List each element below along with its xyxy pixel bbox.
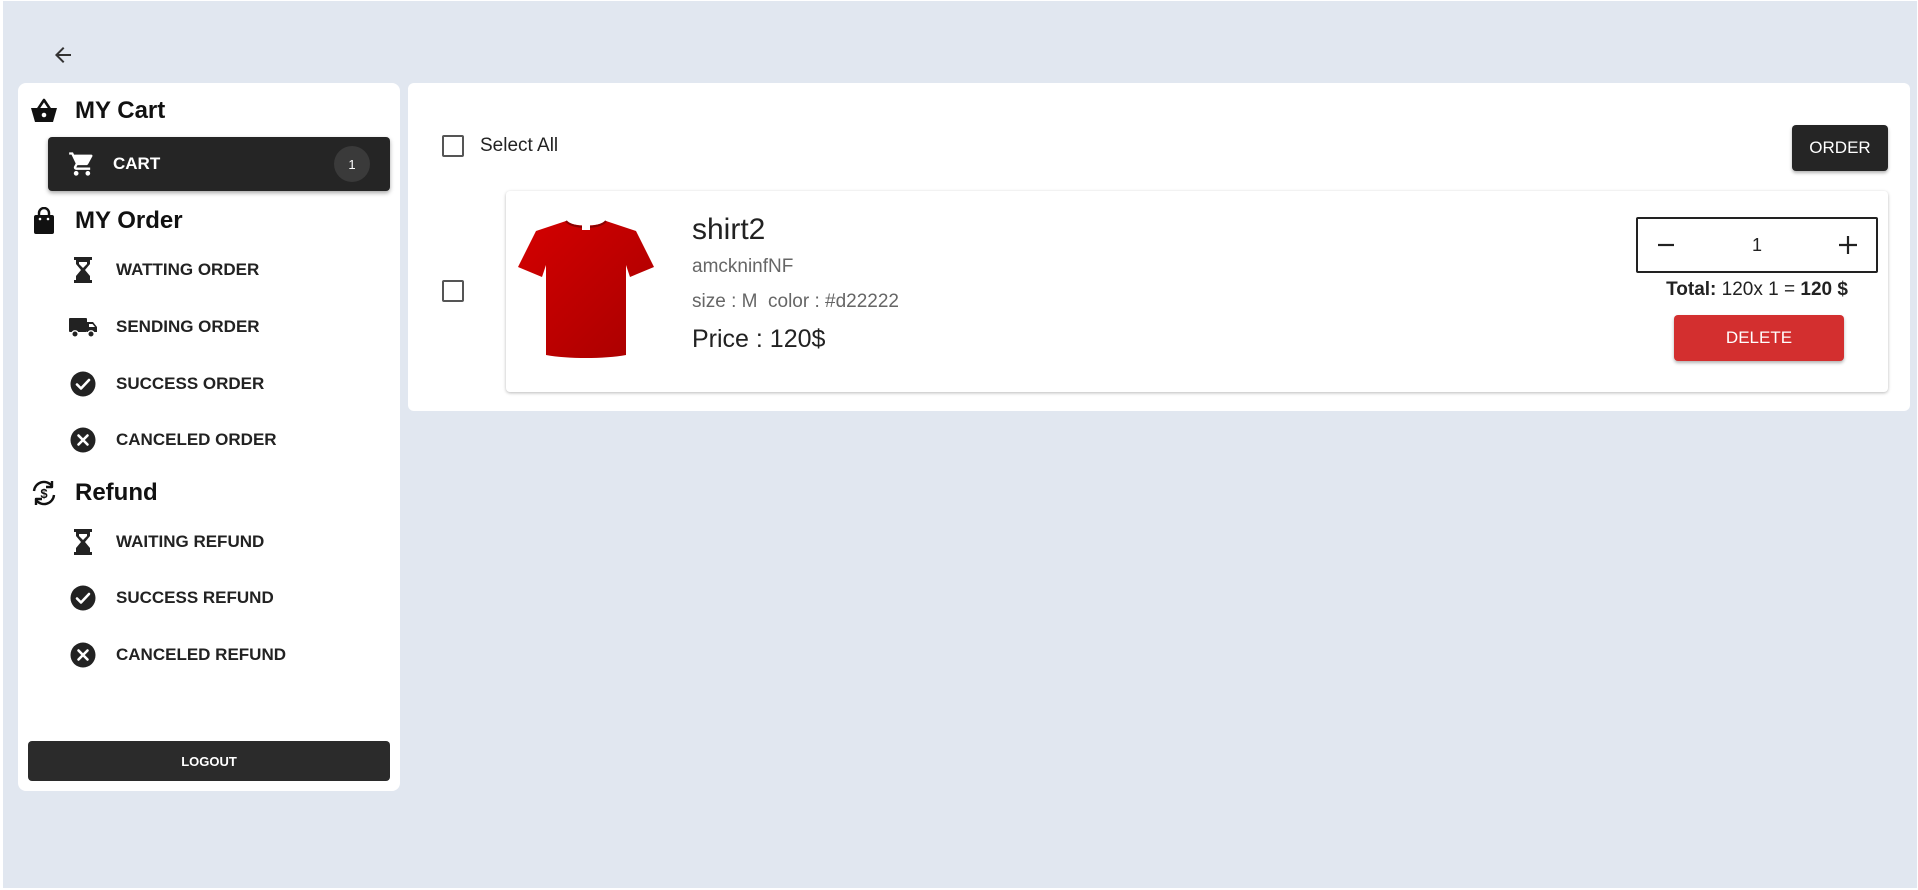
quantity-stepper: 1 (1636, 217, 1878, 273)
sidebar-item-canceled-refund[interactable]: CANCELED REFUND (48, 632, 390, 678)
back-button[interactable] (45, 37, 81, 73)
sidebar-item-watting-order[interactable]: WATTING ORDER (48, 247, 390, 293)
product-description: amckninfNF (692, 256, 794, 277)
sidebar-item-label: SENDING ORDER (116, 317, 260, 336)
my-order-header: MY Order (28, 205, 183, 237)
check-circle-icon (68, 369, 98, 399)
refund-title: Refund (75, 479, 158, 506)
truck-icon (68, 312, 98, 342)
sidebar-item-canceled-order[interactable]: CANCELED ORDER (48, 417, 390, 463)
sidebar-item-success-order[interactable]: SUCCESS ORDER (48, 361, 390, 407)
cancel-circle-icon (68, 425, 98, 455)
order-button[interactable]: ORDER (1792, 125, 1888, 171)
sidebar-item-waiting-refund[interactable]: WAITING REFUND (48, 519, 390, 565)
logout-button[interactable]: LOGOUT (28, 741, 390, 781)
sidebar-item-label: SUCCESS ORDER (116, 374, 265, 393)
total-expression: 120x 1 = (1721, 279, 1796, 300)
select-all-checkbox[interactable] (442, 135, 464, 157)
my-cart-header: MY Cart (28, 95, 165, 127)
total-label: Total: (1666, 279, 1717, 300)
sidebar-item-label: WATTING ORDER (116, 260, 260, 279)
refund-header: $ Refund (28, 477, 158, 509)
my-order-title: MY Order (75, 207, 183, 234)
cart-item-card: shirt2 amckninfNF size : M color : #d222… (506, 191, 1888, 392)
app-background: MY Cart CART 1 MY Order WATTING ORDER SE… (3, 1, 1917, 888)
decrease-button[interactable] (1638, 219, 1694, 271)
sidebar-item-success-refund[interactable]: SUCCESS REFUND (48, 575, 390, 621)
minus-icon (1658, 243, 1674, 247)
sidebar-item-sending-order[interactable]: SENDING ORDER (48, 304, 390, 350)
shopping-cart-icon (66, 148, 98, 180)
cart-count-badge: 1 (334, 146, 370, 182)
sidebar-item-label: CART (113, 154, 161, 173)
delete-button[interactable]: DELETE (1674, 315, 1844, 361)
product-attributes: size : M color : #d22222 (692, 291, 899, 312)
sidebar: MY Cart CART 1 MY Order WATTING ORDER SE… (18, 83, 400, 791)
select-all[interactable]: Select All (442, 135, 558, 157)
check-circle-icon (68, 583, 98, 613)
select-all-label: Select All (480, 135, 559, 156)
cart-panel: Select All ORDER shirt2 amckninfNF size … (408, 83, 1910, 411)
plus-icon (1839, 236, 1857, 254)
quantity-value[interactable]: 1 (1694, 235, 1820, 256)
my-cart-title: MY Cart (75, 97, 166, 124)
product-price: Price : 120$ (692, 325, 826, 353)
item-checkbox[interactable] (442, 280, 464, 302)
increase-button[interactable] (1820, 219, 1876, 271)
hourglass-icon (68, 255, 98, 285)
arrow-back-icon (55, 47, 71, 63)
hourglass-icon (68, 527, 98, 557)
basket-icon (28, 95, 60, 127)
item-total: Total: 120x 1 = 120 $ (1636, 279, 1878, 301)
shopping-bag-icon (28, 205, 60, 237)
cancel-circle-icon (68, 640, 98, 670)
product-image (514, 213, 658, 361)
total-value: 120 $ (1800, 279, 1848, 300)
sidebar-item-label: SUCCESS REFUND (116, 588, 274, 607)
sidebar-item-cart[interactable]: CART 1 (48, 137, 390, 191)
sidebar-item-label: WAITING REFUND (116, 532, 265, 551)
currency-exchange-icon: $ (28, 477, 60, 509)
sidebar-item-label: CANCELED REFUND (116, 645, 286, 664)
sidebar-item-label: CANCELED ORDER (116, 430, 277, 449)
product-name: shirt2 (692, 213, 766, 246)
svg-text:$: $ (40, 486, 48, 501)
